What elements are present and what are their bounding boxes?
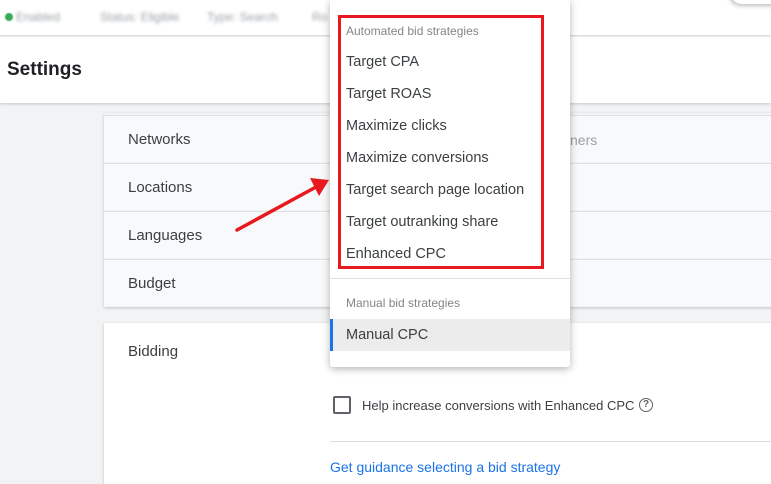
- page-title: Settings: [7, 59, 82, 80]
- status-dot-icon: [5, 13, 13, 21]
- menu-item-maximize-clicks[interactable]: Maximize clicks: [330, 110, 570, 142]
- menu-item-target-cpa[interactable]: Target CPA: [330, 46, 570, 78]
- automated-group-label: Automated bid strategies: [346, 24, 479, 38]
- menu-item-manual-cpc[interactable]: Manual CPC: [330, 319, 570, 351]
- bidding-label: Bidding: [128, 343, 179, 360]
- status-field: Status: Eligible: [100, 10, 180, 24]
- help-icon[interactable]: ?: [639, 398, 653, 412]
- divider: [330, 441, 771, 442]
- row-label: Languages: [128, 227, 203, 244]
- menu-item-target-search-page-location[interactable]: Target search page location: [330, 174, 570, 206]
- menu-item-enhanced-cpc[interactable]: Enhanced CPC: [330, 238, 570, 270]
- menu-item-target-roas[interactable]: Target ROAS: [330, 78, 570, 110]
- type-field: Type: Search: [207, 10, 278, 24]
- enhanced-cpc-checkbox-label: Help increase conversions with Enhanced …: [362, 398, 635, 413]
- menu-item-maximize-conversions[interactable]: Maximize conversions: [330, 142, 570, 174]
- manual-group-label: Manual bid strategies: [346, 296, 461, 310]
- menu-item-target-outranking-share[interactable]: Target outranking share: [330, 206, 570, 238]
- status-text: Enabled: [16, 10, 61, 24]
- enhanced-cpc-checkbox[interactable]: [333, 396, 351, 414]
- row-label: Budget: [128, 275, 176, 292]
- bid-strategy-dropdown: Automated bid strategies Target CPA Targ…: [330, 0, 570, 367]
- guidance-link[interactable]: Get guidance selecting a bid strategy: [330, 459, 560, 475]
- row-value: ners: [570, 132, 598, 148]
- extra-field: Ro: [312, 10, 328, 24]
- menu-separator: [330, 278, 570, 279]
- row-label: Networks: [128, 131, 191, 148]
- row-label: Locations: [128, 179, 193, 196]
